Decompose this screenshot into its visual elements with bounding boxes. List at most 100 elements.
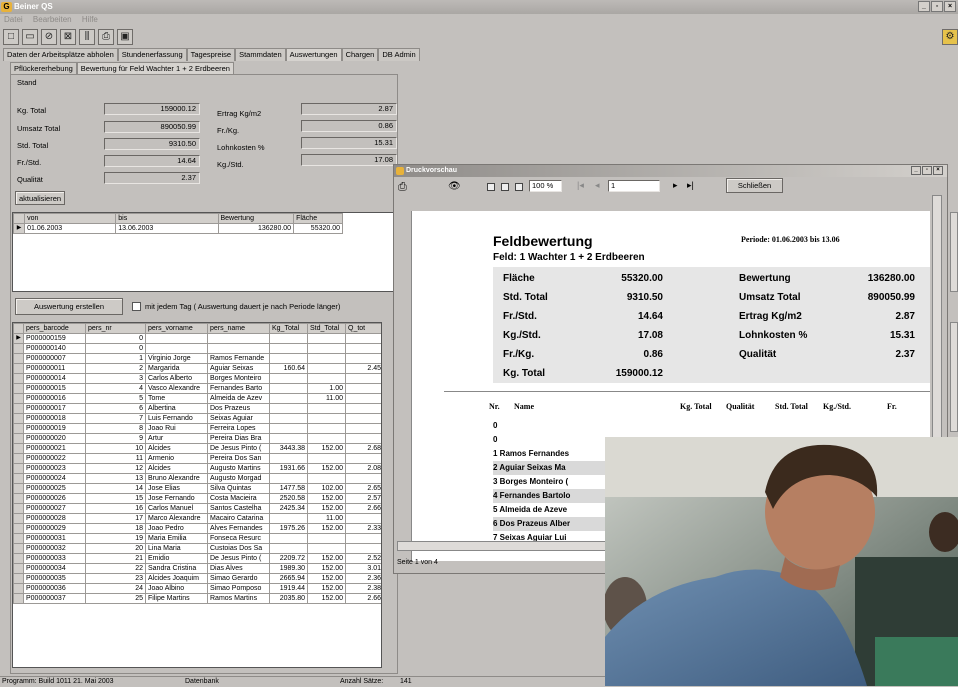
preview-minimize-icon[interactable]: _	[911, 166, 921, 175]
preview-print-icon[interactable]: ⎙	[398, 181, 407, 194]
cancel-icon[interactable]: ⊘	[41, 29, 57, 45]
minimize-icon[interactable]: _	[918, 1, 930, 12]
pickers-cell: 18	[85, 523, 146, 534]
print-icon[interactable]: ⎙	[98, 29, 114, 45]
tab-stundenerfassung[interactable]: Stundenerfassung	[117, 48, 187, 61]
tab-daten-abholen[interactable]: Daten der Arbeitsplätze abholen	[3, 48, 118, 61]
tab-stammdaten[interactable]: Stammdaten	[235, 48, 286, 61]
pickers-cell: Joao Albino	[145, 583, 208, 594]
menu-datei[interactable]: Datei	[4, 15, 23, 24]
period-header-row: von bis Bewertung Fläche	[13, 213, 343, 224]
pickers-cell: Carlos Alberto	[145, 373, 208, 384]
zoom-field[interactable]: 100 %	[529, 180, 562, 192]
pickers-row[interactable]: P000000035 23 Alcides Joaquim Simao Gerardo…	[13, 573, 381, 584]
pickers-row[interactable]: P000000026 15 Jose Fernando Costa Macieira 2…	[13, 493, 381, 504]
pickers-row[interactable]: P000000031 19 Maria Emilia Fonseca Resurc	[13, 533, 381, 544]
pickers-row[interactable]: P000000015 4 Vasco Alexandre Fernandes Bart…	[13, 383, 381, 394]
pickers-row[interactable]: P000000028 17 Marco Alexandre Macairo Catar…	[13, 513, 381, 524]
preview-icon[interactable]: ▣	[117, 29, 133, 45]
pickers-column-header[interactable]: Std_Total	[307, 323, 346, 334]
pickers-header-indicator	[13, 323, 24, 334]
std-total-field: 9310.50	[104, 138, 200, 150]
pickers-cell: Silva Quintas	[207, 483, 270, 494]
pickers-row[interactable]: P000000036 24 Joao Albino Simao Pomposo 1919…	[13, 583, 381, 594]
settings-icon[interactable]: ⚙	[942, 29, 958, 45]
pickers-row[interactable]: P000000140 0	[13, 343, 381, 354]
period-column-header[interactable]: Bewertung	[217, 213, 295, 224]
stand-label: Stand	[17, 78, 37, 87]
columns-icon[interactable]: ⫼	[79, 29, 95, 45]
pickers-row[interactable]: P000000020 9 Artur Pereira Dias Bra	[13, 433, 381, 444]
pickers-row[interactable]: P000000033 21 Emidio De Jesus Pinto (2209.7…	[13, 553, 381, 564]
row-indicator	[13, 473, 24, 484]
schliessen-button[interactable]: Schließen	[726, 178, 783, 193]
row-indicator	[13, 403, 24, 414]
pickers-column-header[interactable]: pers_name	[207, 323, 270, 334]
pickers-row[interactable]: P000000027 16 Carlos Manuel Santos Castelha…	[13, 503, 381, 514]
pickers-row[interactable]: P000000025 14 Jose Elias Silva Quintas 1477.…	[13, 483, 381, 494]
preview-maximize-icon[interactable]: ▫	[922, 166, 932, 175]
period-column-header[interactable]: bis	[115, 213, 219, 224]
pickers-column-header[interactable]: pers_vorname	[145, 323, 208, 334]
pickers-column-header[interactable]: Kg_Total	[269, 323, 308, 334]
delete-icon[interactable]: ⊠	[60, 29, 76, 45]
pickers-cell: 3	[85, 373, 146, 384]
pickers-row[interactable]: P000000022 11 Armenio Pereira Dos San	[13, 453, 381, 464]
pickers-row[interactable]: P000000024 13 Bruno Alexandre Augusto Morga…	[13, 473, 381, 484]
period-column-header[interactable]: von	[24, 213, 117, 224]
pickers-column-header[interactable]: pers_barcode	[23, 323, 86, 334]
tab-db-admin[interactable]: DB Admin	[378, 48, 420, 61]
pickers-row[interactable]: P000000021 10 Alcides De Jesus Pinto (3443.…	[13, 443, 381, 454]
period-column-header[interactable]: Fläche	[293, 213, 343, 224]
period-row[interactable]: ▶ 01.06.2003 13.06.2003 136280.00 55320.00	[13, 223, 343, 234]
row-indicator	[13, 573, 24, 584]
single-page-icon[interactable]	[487, 183, 495, 191]
pickers-row[interactable]: P000000034 22 Sandra Cristina Dias Alves 198…	[13, 563, 381, 574]
auswertung-erstellen-button[interactable]: Auswertung erstellen	[15, 298, 123, 315]
pickers-row[interactable]: P000000011 2 Margarida Aguiar Seixas 160.64 2…	[13, 363, 381, 374]
pickers-row[interactable]: P000000023 12 Alcides Augusto Martins 1931.6…	[13, 463, 381, 474]
pickers-row[interactable]: P000000019 8 Joao Rui Ferreira Lopes	[13, 423, 381, 434]
pickers-row[interactable]: P000000017 6 Albertina Dos Prazeus	[13, 403, 381, 414]
pickers-row[interactable]: P000000016 5 Tome Almeida de Azev 11.00	[13, 393, 381, 404]
next-page-icon[interactable]: ▸	[673, 180, 678, 191]
pickers-column-header[interactable]: Q_tot	[345, 323, 381, 334]
right-edge-scrollbar[interactable]	[950, 212, 958, 292]
page-field[interactable]: 1	[608, 180, 660, 192]
row-indicator	[13, 483, 24, 494]
last-page-icon[interactable]: ▸|	[687, 180, 694, 191]
menu-bearbeiten[interactable]: Bearbeiten	[33, 15, 72, 24]
pickers-row[interactable]: P000000032 20 Lina Maria Custoias Dos Sa	[13, 543, 381, 554]
menu-hilfe[interactable]: Hilfe	[82, 15, 98, 24]
maximize-icon[interactable]: ▫	[931, 1, 943, 12]
pickers-cell	[345, 543, 381, 554]
report-title: Feldbewertung	[493, 233, 593, 249]
pickers-row[interactable]: P000000018 7 Luis Fernando Seixas Aguiar	[13, 413, 381, 424]
tab-auswertungen[interactable]: Auswertungen	[285, 48, 342, 61]
multi-page-icon[interactable]	[515, 183, 523, 191]
right-edge-scrollbar-lower[interactable]	[950, 322, 958, 432]
aktualisieren-button[interactable]: aktualisieren	[15, 191, 65, 205]
close-icon[interactable]: ×	[944, 1, 956, 12]
pickers-cell: 2.38	[345, 583, 381, 594]
new-file-icon[interactable]: □	[3, 29, 19, 45]
pickers-row[interactable]: P000000029 18 Joao Pedro Alves Fernandes 197…	[13, 523, 381, 534]
tab-tagespreise[interactable]: Tagespreise	[186, 48, 236, 61]
preview-find-icon[interactable]: 👁	[448, 181, 461, 192]
preview-close-icon[interactable]: ×	[933, 166, 943, 175]
pickers-cell: 2.66	[345, 503, 381, 514]
pickers-cell	[307, 423, 346, 434]
pickers-row[interactable]: P000000014 3 Carlos Alberto Borges Monteiro	[13, 373, 381, 384]
tab-chargen[interactable]: Chargen	[341, 48, 379, 61]
pickers-row[interactable]: P000000037 25 Filipe Martins Ramos Martins 2…	[13, 593, 381, 604]
mit-jedem-tag-checkbox[interactable]	[132, 302, 141, 311]
first-page-icon[interactable]: |◂	[577, 180, 584, 191]
prev-page-icon[interactable]: ◂	[595, 180, 600, 191]
preview-hscroll[interactable]	[397, 541, 607, 551]
pickers-cell	[269, 403, 308, 414]
pickers-row[interactable]: P000000007 1 Virginio Jorge Ramos Fernande	[13, 353, 381, 364]
two-page-icon[interactable]	[501, 183, 509, 191]
pickers-column-header[interactable]: pers_nr	[85, 323, 146, 334]
save-icon[interactable]: ▭	[22, 29, 38, 45]
pickers-row[interactable]: ▶ P000000159 0	[13, 333, 381, 344]
